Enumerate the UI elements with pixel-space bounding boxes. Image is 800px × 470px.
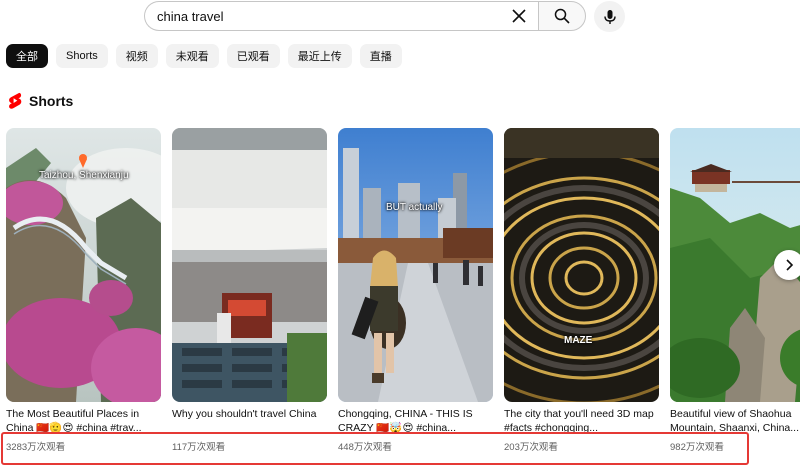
view-count: 448万次观看 [338, 442, 392, 453]
chip-unwatched[interactable]: 未观看 [165, 44, 219, 68]
short-card[interactable]: MAZE The city that you'll need 3D map #f… [504, 128, 659, 453]
video-overlay-caption: MAZE [564, 335, 593, 346]
chip-recently-uploaded[interactable]: 最近上传 [287, 44, 352, 68]
short-title[interactable]: The Most Beautiful Places in China 🇨🇳🫡😍 … [6, 407, 161, 435]
short-thumbnail[interactable]: MAZE [504, 128, 659, 402]
shorts-logo-icon [9, 92, 22, 109]
short-title[interactable]: The city that you'll need 3D map #facts … [504, 407, 659, 435]
short-thumbnail[interactable]: Taizhou, Shenxianju [6, 128, 161, 402]
short-card[interactable]: Beautiful view of Shaohua Mountain, Shaa… [670, 128, 800, 453]
clear-icon[interactable] [506, 3, 532, 29]
view-count: 3283万次观看 [6, 442, 66, 453]
view-count: 203万次观看 [504, 442, 558, 453]
short-thumbnail[interactable] [172, 128, 327, 402]
video-overlay-caption: BUT actually [386, 202, 443, 213]
shorts-section-header: Shorts [8, 92, 73, 109]
short-title[interactable]: Beautiful view of Shaohua Mountain, Shaa… [670, 407, 800, 435]
search-input[interactable] [157, 8, 506, 24]
video-overlay-caption: Taizhou, Shenxianju [39, 170, 129, 181]
short-title[interactable]: Why you shouldn't travel China [172, 407, 327, 435]
voice-search-button[interactable] [594, 1, 625, 32]
search-button[interactable] [538, 1, 586, 31]
search-box[interactable] [144, 1, 538, 31]
short-card[interactable]: BUT actually Chongqing, CHINA - THIS IS … [338, 128, 493, 453]
microphone-icon [603, 9, 616, 24]
chip-shorts[interactable]: Shorts [56, 44, 108, 68]
view-count: 117万次观看 [172, 442, 226, 453]
section-title: Shorts [29, 92, 74, 109]
view-count: 982万次观看 [670, 442, 724, 453]
short-title[interactable]: Chongqing, CHINA - THIS IS CRAZY 🇨🇳🤯😍 #c… [338, 407, 493, 435]
chevron-right-icon [786, 259, 794, 271]
search-icon [554, 8, 570, 24]
short-card[interactable]: Taizhou, Shenxianju The Most Beautiful P… [6, 128, 161, 453]
short-thumbnail[interactable]: BUT actually [338, 128, 493, 402]
search-bar [144, 1, 586, 31]
chip-videos[interactable]: 视频 [115, 44, 158, 68]
carousel-next-button[interactable] [774, 250, 800, 280]
chip-live[interactable]: 直播 [359, 44, 402, 68]
filter-chips: 全部 Shorts 视频 未观看 已观看 最近上传 直播 [6, 44, 402, 68]
chip-watched[interactable]: 已观看 [226, 44, 280, 68]
chip-all[interactable]: 全部 [6, 44, 48, 68]
short-card[interactable]: Why you shouldn't travel China 117万次观看 [172, 128, 327, 453]
